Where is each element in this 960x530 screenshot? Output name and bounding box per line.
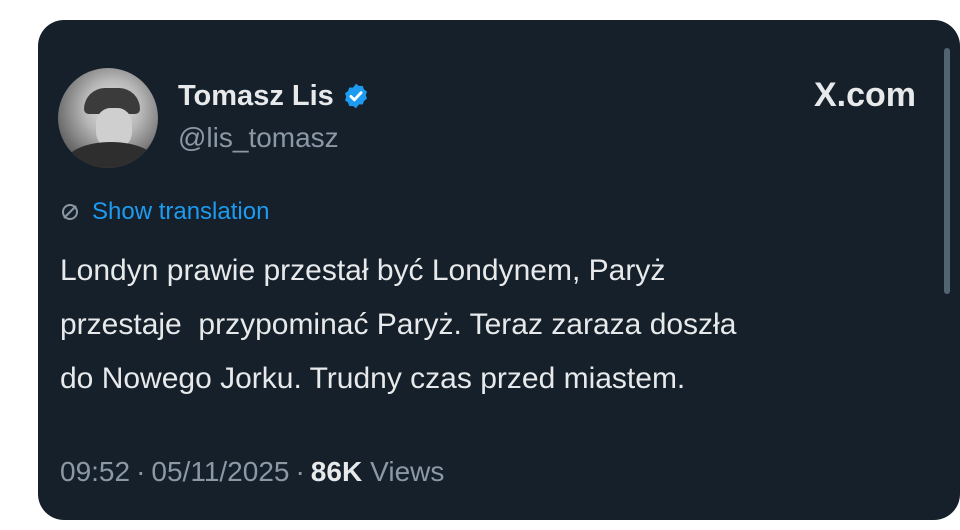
tweet-time[interactable]: 09:52 [60, 456, 130, 488]
show-translation-link[interactable]: Show translation [92, 198, 269, 226]
avatar[interactable] [58, 68, 158, 168]
author-name-row: Tomasz Lis [178, 78, 370, 114]
source-label: X.com [813, 76, 916, 114]
author-handle[interactable]: @lis_tomasz [178, 122, 339, 154]
globe-icon [60, 202, 80, 222]
verified-badge-icon [342, 82, 370, 110]
tweet-date[interactable]: 05/11/2025 [151, 456, 289, 488]
separator: · [136, 456, 146, 487]
top-strip [0, 0, 960, 22]
views-count: 86K [310, 456, 363, 487]
scrollbar[interactable] [944, 48, 950, 294]
views-label: Views [370, 456, 445, 487]
separator: · [295, 456, 305, 487]
display-name[interactable]: Tomasz Lis [178, 80, 334, 113]
translate-row[interactable]: Show translation [60, 198, 269, 226]
tweet-text: Londyn prawie przestał być Londynem, Par… [60, 254, 737, 395]
tweet-meta: 09:52 · 05/11/2025 · 86K Views [60, 456, 444, 488]
tweet-card: Tomasz Lis @lis_tomasz X.com Show transl… [38, 20, 960, 520]
